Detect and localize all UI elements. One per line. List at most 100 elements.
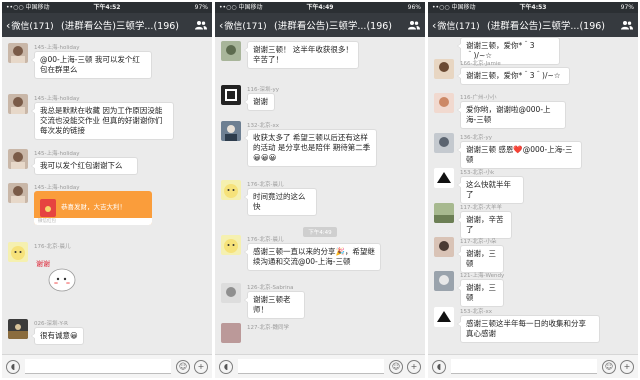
group-members-icon: [195, 21, 207, 30]
chat-area[interactable]: 谢谢三顿，爱你*＾3＾)/~☆ 166-北京-Jamie 谢谢三顿，爱你*＾3＾…: [428, 37, 638, 354]
sender-name: 117-北京-小朵: [460, 239, 497, 245]
voice-icon[interactable]: ◖: [432, 359, 446, 374]
sender-name: 136-北京-yy: [460, 135, 492, 141]
message-bubble[interactable]: 谢谢三顿！ 这半年收获很多！辛苦了！: [244, 41, 359, 69]
back-button[interactable]: ‹ 微信(171): [2, 18, 54, 32]
chat-area[interactable]: 谢谢三顿！ 这半年收获很多！辛苦了！ 116-深圳-yy 谢谢 132-北京-x…: [215, 37, 425, 354]
sender-name: 176-北京-晨儿: [247, 182, 284, 188]
plus-icon[interactable]: +: [407, 359, 421, 374]
message-input[interactable]: [238, 359, 384, 374]
timestamp-label: 下午4:49: [303, 227, 337, 237]
avatar[interactable]: [8, 183, 28, 203]
chat-title: (进群看公告)三顿学...(196): [273, 21, 393, 32]
sticker-caption: 谢谢: [36, 259, 50, 268]
avatar[interactable]: [221, 85, 241, 105]
avatar[interactable]: [434, 168, 454, 188]
emoji-icon[interactable]: ☺: [602, 359, 616, 374]
sender-name: 176-北京-晨儿: [34, 244, 71, 250]
avatar[interactable]: [8, 242, 28, 262]
message-bubble[interactable]: 谢谢，辛苦了: [457, 211, 512, 239]
sender-name: 145-上海-holiday: [34, 185, 80, 191]
group-members-button[interactable]: [403, 20, 425, 30]
message-bubble[interactable]: 这么快就半年了: [457, 176, 524, 204]
carrier-text: ••○○ 中国移动: [6, 4, 50, 11]
chat-area[interactable]: 145-上海-holiday @00-上海-三顿 我可以发个红包在群里么 145…: [2, 37, 212, 354]
back-label: 微信(171): [437, 21, 480, 32]
message-bubble[interactable]: 爱你哟，谢谢啦@000-上海-三顿: [457, 101, 566, 129]
sender-name: 176-北京-晨儿: [247, 237, 284, 243]
sender-name: 145-上海-holiday: [34, 45, 80, 51]
voice-icon[interactable]: ◖: [6, 359, 20, 374]
chevron-left-icon: ‹: [6, 18, 11, 32]
message-bubble[interactable]: @00-上海-三顿 我可以发个红包在群里么: [31, 51, 152, 79]
group-members-icon: [408, 21, 420, 30]
voice-icon[interactable]: ◖: [219, 359, 233, 374]
chevron-left-icon: ‹: [432, 18, 437, 32]
battery-text: 97%: [194, 4, 208, 11]
back-label: 微信(171): [11, 21, 54, 32]
avatar[interactable]: [221, 235, 241, 255]
message-bubble[interactable]: 很有诚意😀: [31, 327, 84, 345]
avatar[interactable]: [434, 59, 454, 79]
message-bubble[interactable]: 谢谢，三顿: [457, 245, 504, 273]
clock-text: 下午4:49: [306, 4, 334, 11]
sender-name: 166-北京-Jamie: [460, 61, 501, 67]
avatar[interactable]: [434, 307, 454, 327]
message-bubble[interactable]: 谢谢: [244, 93, 275, 111]
back-button[interactable]: ‹ 微信(171): [215, 19, 267, 32]
sender-name: 116-广州-小小: [460, 95, 497, 101]
group-members-button[interactable]: [616, 20, 638, 30]
message-bubble[interactable]: 谢谢三顿 感恩❤️@000-上海-三顿: [457, 141, 582, 169]
message-bubble[interactable]: 谢谢，三顿: [457, 279, 504, 307]
nav-bar: ‹ 微信(171) (进群看公告)三顿学...(196): [2, 13, 212, 37]
message-bubble[interactable]: 我总是默默在收藏 因为工作原因没能交流也没能交作业 但真的好谢谢你们每次发的链接: [31, 102, 174, 140]
message-input[interactable]: [451, 359, 597, 374]
input-bar: ◖ ☺ +: [215, 354, 425, 378]
red-packet[interactable]: 恭喜发财，大吉大利！ 微信红包: [34, 191, 152, 225]
avatar[interactable]: [434, 271, 454, 291]
chat-title: (进群看公告)三顿学...(196): [60, 21, 180, 32]
avatar[interactable]: [221, 121, 241, 141]
avatar[interactable]: [8, 319, 28, 339]
group-members-button[interactable]: [190, 20, 212, 30]
back-button[interactable]: ‹ 微信(171): [428, 18, 480, 32]
avatar[interactable]: [221, 41, 241, 61]
avatar[interactable]: [434, 133, 454, 153]
avatar[interactable]: [434, 93, 454, 113]
avatar[interactable]: [434, 237, 454, 257]
message-input[interactable]: [25, 359, 171, 374]
avatar[interactable]: [8, 149, 28, 169]
phone-screen-3: ••○○ 中国移动 下午4:53 97% ‹ 微信(171) (进群看公告)三顿…: [428, 2, 638, 378]
emoji-icon[interactable]: ☺: [176, 359, 190, 374]
clock-text: 下午4:53: [519, 4, 547, 11]
message-bubble[interactable]: 收获太多了 希望三顿以后还有这样的活动 是分享也是陪伴 期待第二季😀😀😀: [244, 129, 377, 167]
status-bar: ••○○ 中国移动 下午4:53 97%: [428, 2, 638, 13]
sender-name: 127-北京-魏同学: [247, 325, 289, 331]
sticker-image[interactable]: 谢谢: [34, 250, 78, 294]
message-bubble[interactable]: 谢谢三顿，爱你*＾3＾)/~☆: [457, 67, 570, 85]
plus-icon[interactable]: +: [620, 359, 634, 374]
nav-bar: ‹ 微信(171) (进群看公告)三顿学...(196): [215, 13, 425, 37]
message-bubble[interactable]: 我可以发个红包谢谢下么: [31, 157, 138, 175]
avatar[interactable]: [221, 323, 241, 343]
nav-bar: ‹ 微信(171) (进群看公告)三顿学...(196): [428, 13, 638, 37]
message-bubble[interactable]: 时间竟过的这么快: [244, 188, 317, 216]
carrier-text: ••○○ 中国移动: [432, 4, 476, 11]
battery-text: 96%: [407, 4, 421, 11]
avatar[interactable]: [221, 180, 241, 200]
avatar[interactable]: [8, 94, 28, 114]
avatar[interactable]: [221, 283, 241, 303]
status-bar: ••○○ 中国移动 下午4:52 97%: [2, 2, 212, 13]
input-bar: ◖ ☺ +: [428, 354, 638, 378]
chat-title: (进群看公告)三顿学...(196): [486, 21, 606, 32]
red-packet-footer: 微信红包: [34, 218, 152, 225]
message-bubble[interactable]: 谢谢三顿老师！: [244, 291, 305, 319]
input-bar: ◖ ☺ +: [2, 354, 212, 378]
message-bubble[interactable]: 感谢三顿这半年每一日的收集和分享 真心感谢: [457, 315, 600, 343]
avatar[interactable]: [8, 43, 28, 63]
emoji-icon[interactable]: ☺: [389, 359, 403, 374]
message-bubble[interactable]: 感谢三顿一直以来的分享🎉，希望继续沟通和交流@00-上海-三顿: [244, 243, 381, 271]
plus-icon[interactable]: +: [194, 359, 208, 374]
sender-name: 132-北京-xx: [247, 123, 279, 129]
avatar[interactable]: [434, 203, 454, 223]
